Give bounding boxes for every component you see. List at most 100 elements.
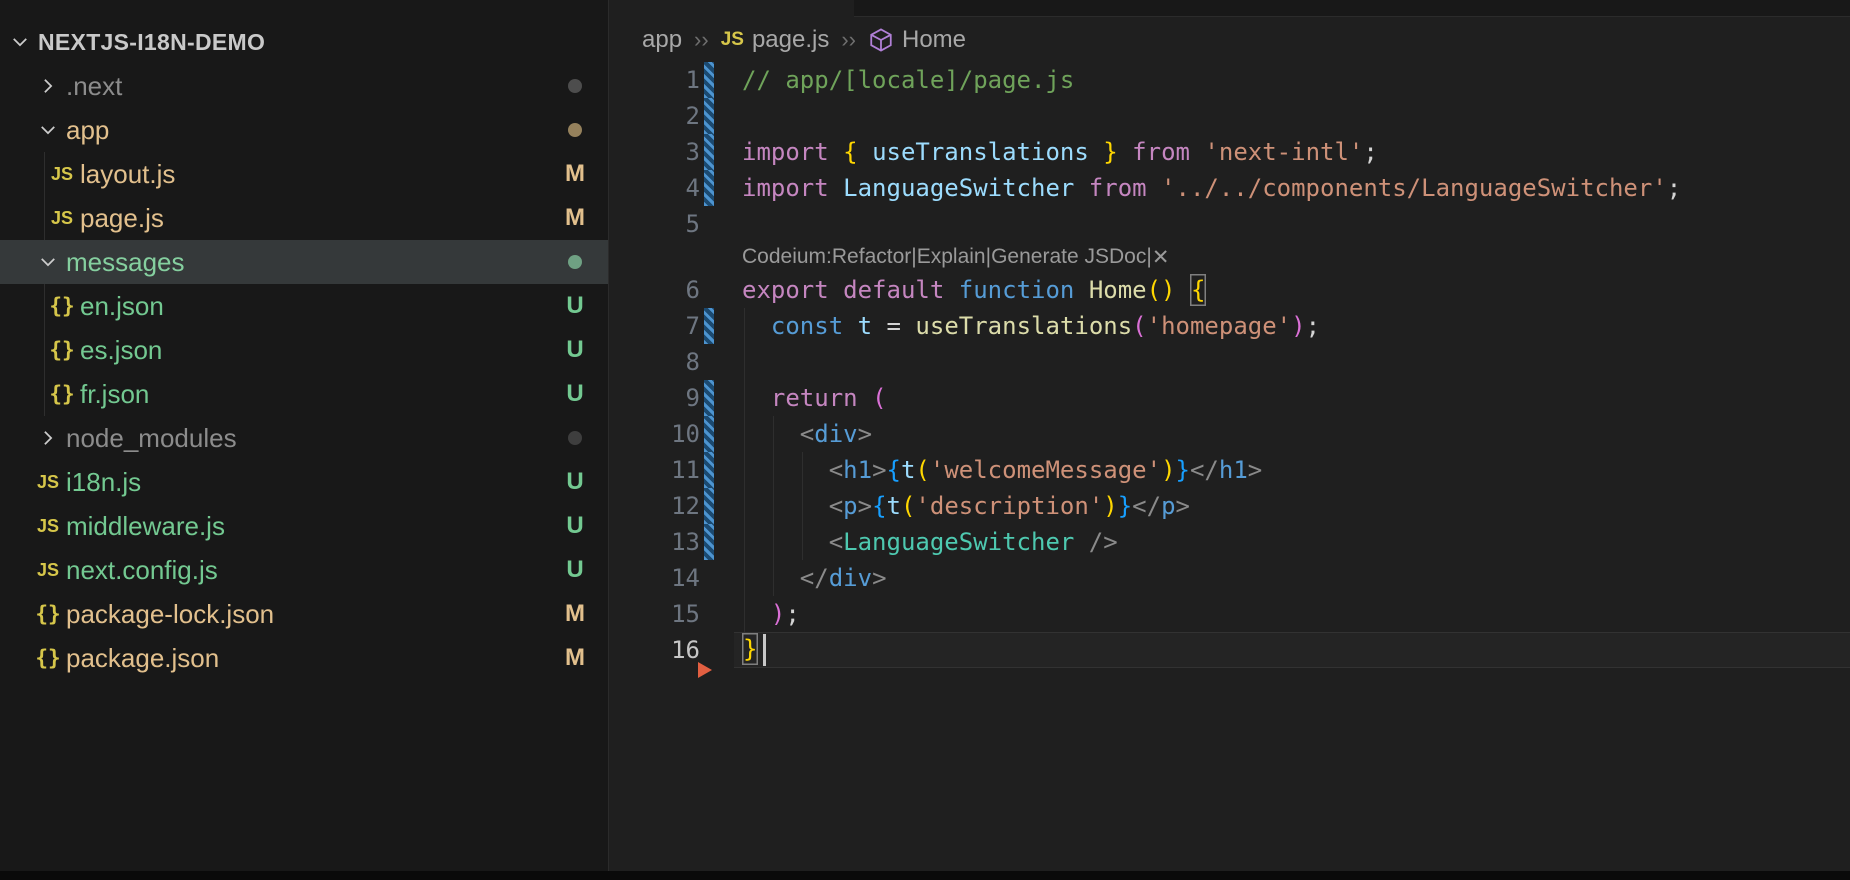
- line-number[interactable]: 4: [610, 174, 700, 202]
- token-bo: (: [872, 384, 887, 412]
- code-line-15: 15 );: [610, 596, 1850, 632]
- line-number[interactable]: 12: [610, 492, 700, 520]
- code-line-5: 5: [610, 206, 1850, 242]
- code-line-12: 12 <p>{t('description')}</p>: [610, 488, 1850, 524]
- token-a: <: [828, 456, 844, 484]
- token-c: // app/[locale]/page.js: [742, 66, 1075, 94]
- chevron-right-icon: [44, 431, 53, 445]
- tree-file-es.json[interactable]: {} es.json U: [0, 328, 608, 372]
- code-text[interactable]: <p>{t('description')}</p>: [742, 492, 1190, 520]
- codelens-action[interactable]: Explain: [917, 245, 986, 270]
- code-text[interactable]: );: [742, 600, 800, 628]
- tree-file-layout.js[interactable]: JS layout.js M: [0, 152, 608, 196]
- line-number[interactable]: 11: [610, 456, 700, 484]
- line-number[interactable]: 6: [610, 276, 700, 304]
- token-p: [742, 600, 771, 628]
- tree-folder-.next[interactable]: .next: [0, 64, 608, 108]
- token-bb: }: [1175, 456, 1190, 484]
- code-text[interactable]: return (: [742, 384, 887, 412]
- js-file-icon: JS: [36, 471, 60, 492]
- token-p: [1089, 138, 1103, 166]
- codelens-action[interactable]: Refactor: [832, 245, 911, 270]
- line-number[interactable]: 10: [610, 420, 700, 448]
- token-p: [843, 312, 857, 340]
- token-v: t: [857, 312, 873, 340]
- tree-folder-messages[interactable]: messages: [0, 240, 608, 284]
- code-text[interactable]: const t = useTranslations('homepage');: [742, 312, 1320, 340]
- token-mbg: }: [743, 635, 758, 663]
- line-number[interactable]: 9: [610, 384, 700, 412]
- tree-file-package-lock.json[interactable]: {} package-lock.json M: [0, 592, 608, 636]
- tree-item-label: package.json: [66, 642, 220, 673]
- token-bb: }: [1117, 492, 1133, 520]
- js-file-icon: JS: [50, 207, 74, 228]
- token-bg: (): [1146, 276, 1176, 304]
- active-tab[interactable]: [610, 0, 854, 18]
- tree-item-label: es.json: [80, 334, 163, 365]
- line-number[interactable]: 3: [610, 138, 700, 166]
- tree-file-en.json[interactable]: {} en.json U: [0, 284, 608, 328]
- line-number[interactable]: 15: [610, 600, 700, 628]
- chevron-down-icon: [36, 248, 60, 276]
- tree-file-i18n.js[interactable]: JS i18n.js U: [0, 460, 608, 504]
- code-line-9: 9 return (: [610, 380, 1850, 416]
- tree-item-label: next.config.js: [66, 554, 218, 585]
- code-text[interactable]: import LanguageSwitcher from '../../comp…: [742, 174, 1681, 202]
- code-text[interactable]: import { useTranslations } from 'next-in…: [742, 138, 1378, 166]
- token-tg: h1: [1218, 456, 1248, 484]
- tree-file-fr.json[interactable]: {} fr.json U: [0, 372, 608, 416]
- git-status-badge: M: [565, 204, 585, 231]
- breadcrumb-item-file[interactable]: JS page.js: [721, 26, 830, 54]
- tree-file-package.json[interactable]: {} package.json M: [0, 636, 608, 680]
- explorer-root-row[interactable]: NEXTJS-I18N-DEMO: [0, 20, 608, 64]
- token-p: [829, 138, 843, 166]
- codelens-close-icon[interactable]: ✕: [1152, 245, 1170, 270]
- code-line-4: 4 import LanguageSwitcher from '../../com…: [610, 170, 1850, 206]
- tree-file-middleware.js[interactable]: JS middleware.js U: [0, 504, 608, 548]
- code-text[interactable]: <div>: [742, 420, 872, 448]
- codelens-action[interactable]: Generate JSDoc: [991, 245, 1146, 270]
- breadcrumb-item-symbol[interactable]: Home: [868, 26, 966, 54]
- line-number[interactable]: 7: [610, 312, 700, 340]
- code-text[interactable]: </div>: [742, 564, 887, 592]
- token-f: Home: [1088, 276, 1147, 304]
- tree-item-label: middleware.js: [66, 510, 225, 541]
- tree-file-page.js[interactable]: JS page.js M: [0, 196, 608, 240]
- git-status-badge: U: [566, 380, 584, 407]
- gutter-modified-indicator: [704, 134, 714, 170]
- chevron-right-icon: [44, 79, 53, 93]
- breadcrumb-label: app: [642, 25, 683, 53]
- line-number[interactable]: 2: [610, 102, 700, 130]
- tree-folder-node_modules[interactable]: node_modules: [0, 416, 608, 460]
- token-v: t: [886, 492, 901, 520]
- code-text[interactable]: <LanguageSwitcher />: [742, 528, 1118, 556]
- tree-folder-app[interactable]: app: [0, 108, 608, 152]
- line-number[interactable]: 1: [610, 66, 700, 94]
- line-number[interactable]: 14: [610, 564, 700, 592]
- token-tg: p: [1161, 492, 1176, 520]
- token-cp: LanguageSwitcher: [843, 528, 1075, 556]
- code-text[interactable]: // app/[locale]/page.js: [742, 66, 1074, 94]
- token-p: ;: [1666, 174, 1682, 202]
- tree-item-label: node_modules: [66, 422, 237, 453]
- token-a: >: [1247, 456, 1263, 484]
- line-number[interactable]: 16: [610, 636, 700, 664]
- code-text[interactable]: <h1>{t('welcomeMessage')}</h1>: [742, 456, 1263, 484]
- tree-file-next.config.js[interactable]: JS next.config.js U: [0, 548, 608, 592]
- breadcrumb-item-app[interactable]: app: [642, 26, 682, 54]
- js-file-icon: JS: [36, 559, 60, 580]
- line-number[interactable]: 13: [610, 528, 700, 556]
- gutter-modified-indicator: [704, 488, 714, 524]
- token-bg: }: [1103, 138, 1118, 166]
- git-status-badge: U: [566, 292, 584, 319]
- symbol-module-icon: [870, 27, 892, 52]
- token-s: 'homepage': [1146, 312, 1292, 340]
- token-s: '../../components/LanguageSwitcher': [1161, 174, 1667, 202]
- line-number[interactable]: 8: [610, 348, 700, 376]
- code-text[interactable]: export default function Home() {: [742, 276, 1206, 304]
- git-status-badge: U: [566, 336, 584, 363]
- token-p: =: [872, 312, 916, 340]
- code-text[interactable]: }: [742, 634, 767, 666]
- json-file-icon: {}: [49, 382, 75, 406]
- line-number[interactable]: 5: [610, 210, 700, 238]
